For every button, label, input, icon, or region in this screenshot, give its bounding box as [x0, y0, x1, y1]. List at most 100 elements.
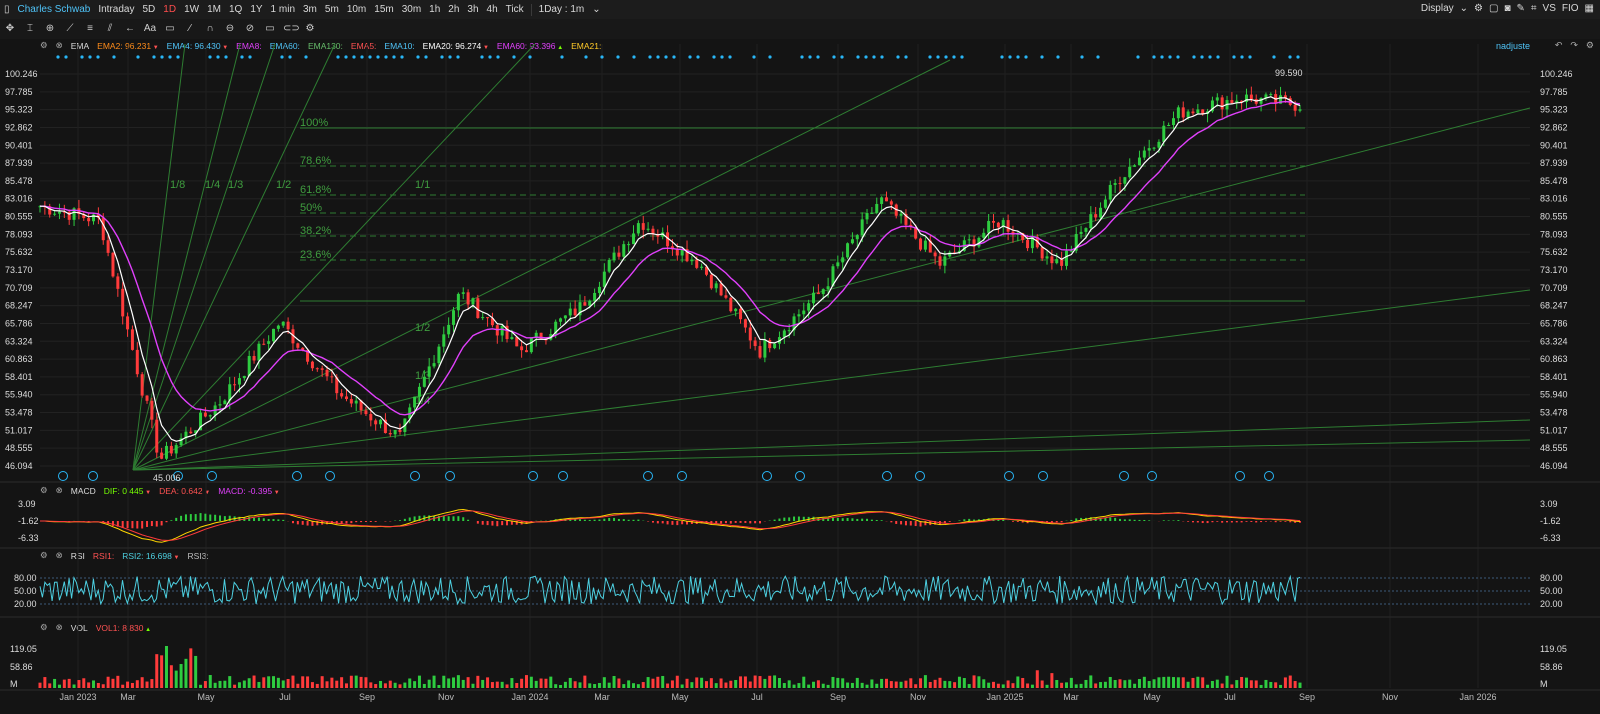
trend-line-icon[interactable]: ⟋: [63, 22, 77, 36]
period-1d[interactable]: 1D: [159, 4, 180, 15]
period-1min[interactable]: 1 min: [267, 4, 299, 15]
undo-icon[interactable]: ↶: [1555, 40, 1563, 51]
candle-body: [515, 337, 519, 347]
volume-bar: [690, 682, 694, 688]
interval-dropdown[interactable]: 1Day : 1m: [535, 4, 589, 15]
signal-dot: [1192, 55, 1196, 59]
period-1y[interactable]: 1Y: [246, 4, 266, 15]
vol-close-icon[interactable]: ⊗: [56, 622, 63, 633]
earnings-marker-icon: [410, 471, 420, 481]
macd-settings-icon[interactable]: ⚙: [40, 485, 48, 496]
period-15m[interactable]: 15m: [370, 4, 397, 15]
period-3m[interactable]: 3m: [299, 4, 321, 15]
link-icon[interactable]: ⊂⊃: [283, 22, 300, 36]
rsi-close-icon[interactable]: ⊗: [56, 550, 63, 561]
candle-body: [704, 266, 708, 275]
volume-bar: [505, 684, 509, 688]
period-5d[interactable]: 5D: [138, 4, 159, 15]
settings-small-icon[interactable]: ⚙: [303, 22, 317, 36]
candle-body: [276, 325, 280, 329]
volume-bar: [320, 676, 324, 688]
layout-grid-icon[interactable]: ▦: [1585, 3, 1594, 14]
volume-bar: [661, 675, 665, 688]
volume-bar: [101, 684, 105, 688]
period-1h[interactable]: 1h: [425, 4, 444, 15]
candle-body: [252, 356, 256, 361]
display-dropdown[interactable]: Display: [1421, 3, 1454, 14]
draw-icon[interactable]: ✎: [1517, 3, 1525, 14]
cursor-icon[interactable]: ⌶: [23, 22, 37, 36]
period-3h[interactable]: 3h: [463, 4, 482, 15]
fan-line: [132, 59, 951, 471]
signal-dot: [584, 55, 588, 59]
volume-bar: [184, 658, 188, 688]
fib-icon[interactable]: ≡: [83, 22, 97, 36]
brush-icon[interactable]: ⌗: [1531, 3, 1537, 14]
candle-body: [1133, 165, 1137, 167]
arrow-down-icon: ▼: [151, 44, 159, 51]
earnings-marker-icon: [643, 471, 653, 481]
candle-body: [194, 430, 198, 434]
fio-button[interactable]: FIO: [1562, 3, 1579, 14]
volume-bar: [1099, 682, 1103, 688]
ema-title[interactable]: EMA: [71, 41, 89, 51]
volume-bar: [1172, 677, 1176, 688]
volume-bar: [145, 681, 149, 688]
ema-settings-icon[interactable]: ⚙: [40, 40, 48, 51]
pane-settings-icon[interactable]: ⚙: [1586, 40, 1594, 51]
settings-icon[interactable]: ⚙: [1474, 3, 1483, 14]
signal-dot: [672, 55, 676, 59]
vol-title[interactable]: VOL: [71, 623, 88, 633]
magnet-icon[interactable]: ∩: [203, 22, 217, 36]
period-1w[interactable]: 1W: [180, 4, 203, 15]
crosshair-icon[interactable]: ⊕: [43, 22, 57, 36]
lock-icon[interactable]: ⊖: [223, 22, 237, 36]
macd-close-icon[interactable]: ⊗: [56, 485, 63, 496]
layout-icon[interactable]: ▢: [1489, 3, 1498, 14]
chevron-down-icon[interactable]: ⌄: [588, 4, 604, 15]
move-icon[interactable]: ✥: [3, 22, 17, 36]
period-tick[interactable]: Tick: [502, 4, 528, 15]
symbol-name[interactable]: Charles Schwab: [14, 4, 95, 15]
macd-title[interactable]: MACD: [71, 486, 96, 496]
arrow-left-icon[interactable]: ←: [123, 22, 137, 36]
rsi-title[interactable]: RSI: [71, 551, 85, 561]
ema-close-icon[interactable]: ⊗: [56, 40, 63, 51]
period-5m[interactable]: 5m: [321, 4, 343, 15]
rsi-settings-icon[interactable]: ⚙: [40, 550, 48, 561]
vol-settings-icon[interactable]: ⚙: [40, 622, 48, 633]
period-4h[interactable]: 4h: [483, 4, 502, 15]
candle-body: [787, 330, 791, 332]
adjust-label[interactable]: nadjuste: [1496, 41, 1530, 51]
chevron-down-icon[interactable]: ⌄: [1460, 3, 1468, 14]
candle-body: [1206, 111, 1210, 114]
period-1q[interactable]: 1Q: [225, 4, 246, 15]
period-30m[interactable]: 30m: [398, 4, 425, 15]
note-icon[interactable]: ▭: [163, 22, 177, 36]
volume-bar: [1259, 684, 1263, 688]
redo-icon[interactable]: ↷: [1570, 40, 1578, 51]
signal-dot: [344, 55, 348, 59]
camera-icon[interactable]: ◙: [1504, 3, 1510, 14]
volume-bar: [1103, 681, 1107, 688]
price-tick-label-left: 60.863: [5, 354, 33, 364]
ema-item-0: EMA2: 96.231 ▼: [97, 41, 159, 51]
candle-body: [388, 433, 392, 435]
volume-bar: [296, 683, 300, 688]
sidebar-toggle-icon[interactable]: ▯: [0, 4, 14, 15]
trash-icon[interactable]: ▭: [263, 22, 277, 36]
fib-level-label: 38.2%: [300, 225, 331, 237]
signal-dot: [216, 55, 220, 59]
price-tick-label-left: 97.785: [5, 87, 33, 97]
brush-tool-icon[interactable]: ∕: [183, 22, 197, 36]
channel-icon[interactable]: ⫽: [103, 22, 117, 36]
vs-button[interactable]: VS: [1543, 3, 1556, 14]
eye-off-icon[interactable]: ⊘: [243, 22, 257, 36]
price-chart[interactable]: 100% 78.6% 61.8% 50% 38.2% 23.6% 1/8 1/4 1/3 1/2…: [0, 0, 1600, 714]
period-2h[interactable]: 2h: [444, 4, 463, 15]
volume-bar: [1152, 679, 1156, 688]
text-icon[interactable]: Aa: [143, 22, 157, 36]
period-10m[interactable]: 10m: [343, 4, 370, 15]
period-1m[interactable]: 1M: [203, 4, 225, 15]
period-intraday[interactable]: Intraday: [94, 4, 138, 15]
